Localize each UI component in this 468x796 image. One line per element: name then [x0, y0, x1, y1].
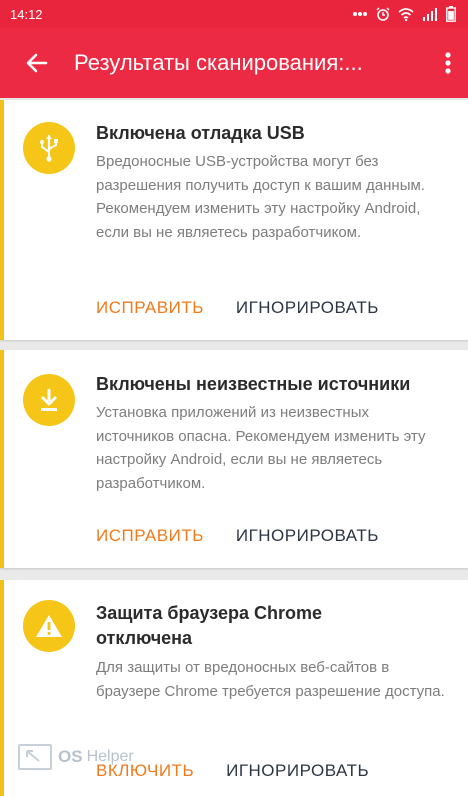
status-time: 14:12	[10, 6, 43, 22]
watermark-brand: OS	[58, 747, 83, 766]
card-title: Включена отладка USB	[96, 123, 305, 143]
card-title: Защита браузера Chrome отключена	[96, 603, 323, 648]
card-actions: ИСПРАВИТЬ ИГНОРИРОВАТЬ	[96, 526, 379, 546]
dots-icon	[353, 12, 367, 16]
issue-card-unknown-sources: Включены неизвестные источники Установка…	[0, 350, 468, 568]
more-vert-icon	[445, 52, 451, 74]
ignore-button[interactable]: ИГНОРИРОВАТЬ	[236, 298, 379, 318]
watermark-text: Helper	[86, 748, 134, 765]
status-icons	[352, 6, 456, 22]
card-actions: ВКЛЮЧИТЬ ИГНОРИРОВАТЬ	[96, 761, 369, 781]
watermark-logo-icon	[18, 744, 52, 770]
card-icon-badge	[23, 374, 75, 426]
watermark: OS Helper	[18, 744, 134, 770]
signal-icon	[423, 7, 437, 21]
download-icon	[40, 389, 58, 411]
arrow-left-icon	[26, 53, 48, 73]
card-icon-badge	[23, 122, 75, 174]
ignore-button[interactable]: ИГНОРИРОВАТЬ	[226, 761, 369, 781]
usb-icon	[40, 135, 58, 162]
alarm-icon	[376, 7, 390, 21]
fix-button[interactable]: ИСПРАВИТЬ	[96, 526, 204, 546]
card-description: Установка приложений из неизвестных исто…	[96, 404, 426, 492]
fix-button[interactable]: ИСПРАВИТЬ	[96, 298, 204, 318]
app-bar: Результаты сканирования:...	[0, 28, 468, 98]
card-actions: ИСПРАВИТЬ ИГНОРИРОВАТЬ	[96, 298, 379, 318]
card-description: Вредоносные USB-устройства могут без раз…	[96, 153, 425, 241]
back-button[interactable]	[0, 28, 74, 98]
warning-icon	[36, 615, 62, 637]
ignore-button[interactable]: ИГНОРИРОВАТЬ	[236, 526, 379, 546]
issue-card-usb: Включена отладка USB Вредоносные USB-уст…	[0, 100, 468, 340]
page-title: Результаты сканирования:...	[74, 50, 363, 75]
battery-icon	[446, 6, 456, 22]
card-title: Включены неизвестные источники	[96, 374, 411, 394]
status-bar: 14:12	[0, 0, 468, 28]
wifi-icon	[398, 7, 414, 21]
card-description: Для защиты от вредоносных веб-сайтов в б…	[96, 659, 445, 700]
overflow-menu-button[interactable]	[428, 28, 468, 98]
card-icon-badge	[23, 600, 75, 652]
